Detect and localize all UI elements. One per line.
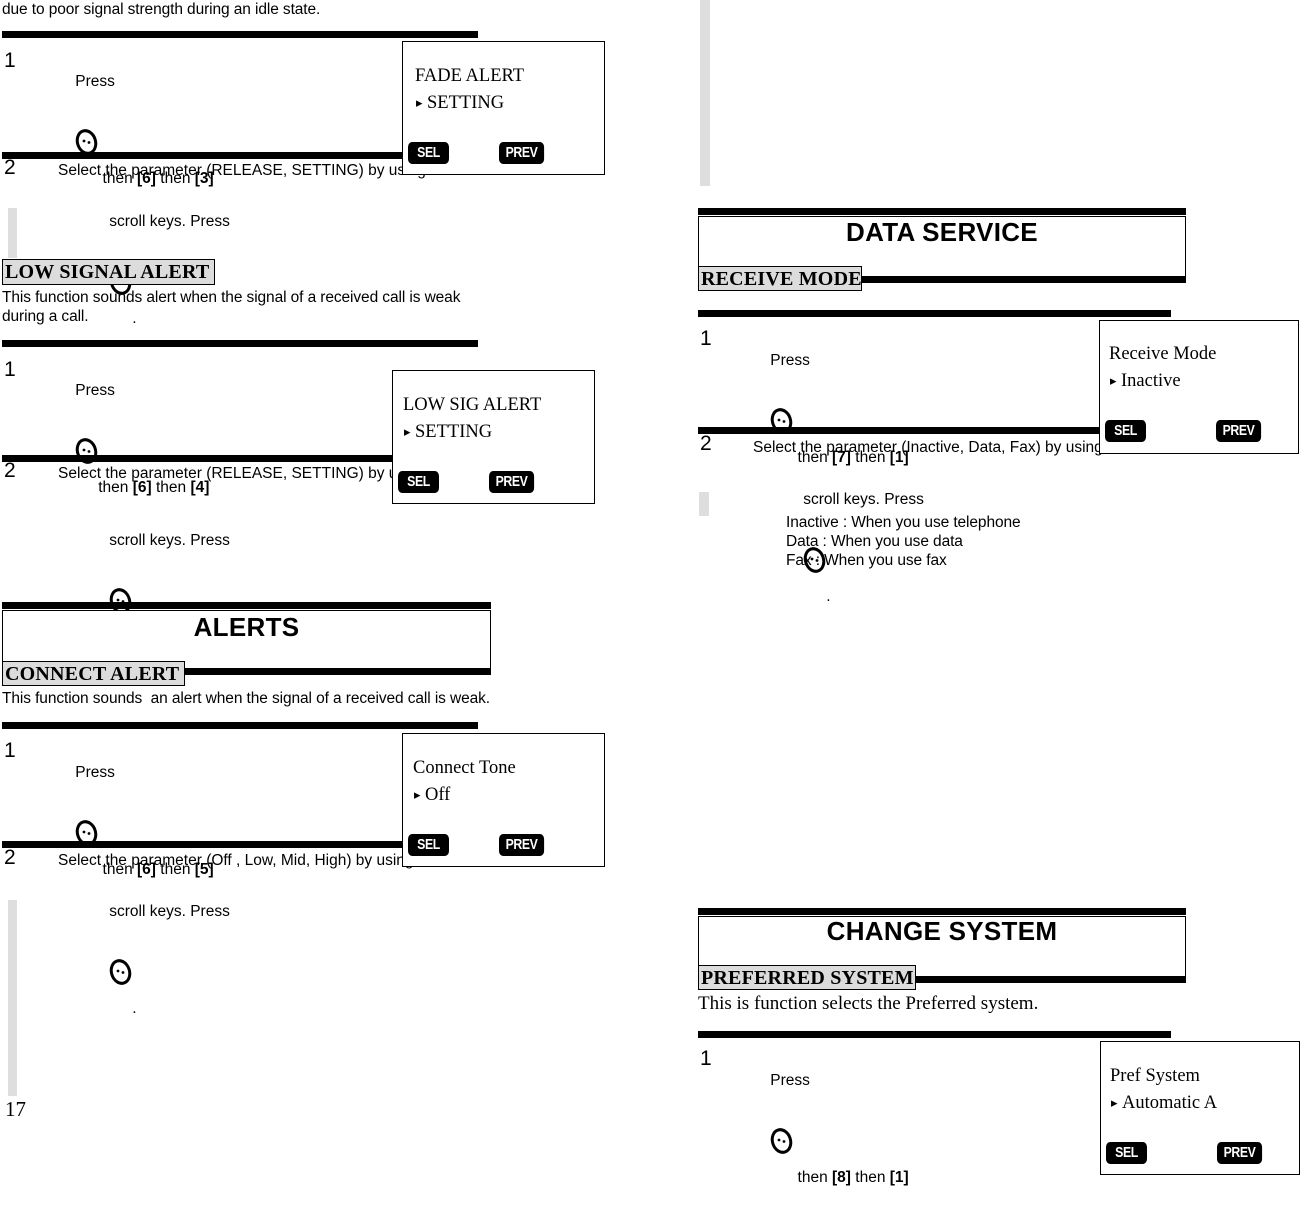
step-text-before: Press xyxy=(770,1072,810,1089)
menu-oval-key-icon xyxy=(109,921,132,985)
softkey-sel[interactable]: SEL xyxy=(1106,1142,1147,1164)
section-description-line2: during a call. xyxy=(2,308,89,325)
step-number: 2 xyxy=(4,846,16,869)
menu-oval-key-icon xyxy=(75,400,98,464)
step-instruction: Press then [6] then [4] xyxy=(58,362,209,516)
menu-oval-key-icon xyxy=(109,231,132,295)
change-marker-bar xyxy=(700,0,710,186)
period: . xyxy=(132,310,137,327)
selection-arrow-icon: ▸ xyxy=(404,425,411,440)
lcd-popup-receive-mode: Receive Mode ▸ Inactive SEL PREV xyxy=(1099,320,1299,454)
lcd-value: SETTING xyxy=(427,93,505,113)
selection-arrow-icon: ▸ xyxy=(416,96,423,111)
step-number: 1 xyxy=(4,739,16,762)
softkey-sel[interactable]: SEL xyxy=(408,142,449,164)
step-instruction: Press then [7] then [1] xyxy=(753,332,908,486)
manual-page: due to poor signal strength during an id… xyxy=(0,0,1301,1186)
step-number: 1 xyxy=(700,327,712,350)
step-number: 2 xyxy=(700,432,712,455)
step-number: 2 xyxy=(4,459,16,482)
sub-heading-preferred-system: PREFERRED SYSTEM xyxy=(698,965,916,990)
step-line2-text: scroll keys. Press xyxy=(803,491,924,508)
step-number: 2 xyxy=(4,156,16,179)
selection-arrow-icon: ▸ xyxy=(1111,1096,1118,1111)
lcd-title: Pref System xyxy=(1110,1066,1200,1086)
change-marker-bar xyxy=(8,208,17,258)
step-text-before: Press xyxy=(75,73,115,90)
change-marker-bar xyxy=(699,492,709,516)
step-instruction-line1: Select the parameter (Off , Low, Mid, Hi… xyxy=(58,852,414,869)
step-instruction: Press then [6] then [3] xyxy=(58,53,213,207)
step-line2-text: scroll keys. Press xyxy=(109,903,230,920)
lcd-title: LOW SIG ALERT xyxy=(403,395,542,415)
menu-oval-key-icon xyxy=(109,550,132,614)
lcd-popup-fade-alert: FADE ALERT ▸ SETTING SEL PREV xyxy=(402,41,605,175)
lcd-title: FADE ALERT xyxy=(415,66,525,86)
title-bar-top xyxy=(698,908,1186,915)
step-number: 1 xyxy=(700,1047,712,1070)
step-number: 1 xyxy=(4,358,16,381)
step-instruction-line1: Select the parameter (RELEASE, SETTING) … xyxy=(58,162,426,179)
sub-heading-receive-mode: RECEIVE MODE xyxy=(698,266,862,291)
section-description: This function sounds an alert when the s… xyxy=(2,690,491,707)
step-separator-bar xyxy=(698,1031,1171,1038)
menu-oval-key-icon xyxy=(75,91,98,155)
step-text-before: Press xyxy=(75,382,115,399)
lcd-popup-connect-tone: Connect Tone ▸ Off SEL PREV xyxy=(402,733,605,867)
change-marker-bar xyxy=(8,900,17,1096)
lcd-value: Off xyxy=(425,785,451,805)
step-instruction-line2: scroll keys. Press . xyxy=(92,883,230,1037)
title-bar-top xyxy=(2,602,491,609)
softkey-sel[interactable]: SEL xyxy=(1105,420,1146,442)
section-title: DATA SERVICE xyxy=(846,217,1038,247)
sub-heading-connect-alert: CONNECT ALERT xyxy=(2,661,185,686)
note-line: Inactive : When you use telephone xyxy=(786,514,1021,531)
selection-arrow-icon: ▸ xyxy=(1110,374,1117,389)
step-separator-bar xyxy=(698,310,1171,317)
softkey-prev[interactable]: PREV xyxy=(1217,1142,1263,1164)
lcd-title: Receive Mode xyxy=(1109,344,1217,364)
menu-oval-key-icon xyxy=(75,782,98,846)
section-title: CHANGE SYSTEM xyxy=(826,916,1058,946)
step-text-before: Press xyxy=(75,764,115,781)
page-number: 17 xyxy=(5,1097,26,1121)
lcd-popup-low-sig-alert: LOW SIG ALERT ▸ SETTING SEL PREV xyxy=(392,370,595,504)
step-text-after: then [8] then [1] xyxy=(793,1169,909,1186)
step-line2-text: scroll keys. Press xyxy=(109,213,230,230)
note-line: Data : When you use data xyxy=(786,533,963,550)
menu-oval-key-icon xyxy=(770,1090,793,1154)
sub-heading-low-signal-alert: LOW SIGNAL ALERT xyxy=(2,259,215,285)
softkey-prev[interactable]: PREV xyxy=(1216,420,1262,442)
step-separator-bar xyxy=(2,722,478,729)
softkey-prev[interactable]: PREV xyxy=(499,142,545,164)
step-instruction: Press then [6] then [5] xyxy=(58,744,213,898)
softkey-prev[interactable]: PREV xyxy=(499,834,545,856)
selection-arrow-icon: ▸ xyxy=(414,788,421,803)
section-description-line1: This function sounds alert when the sign… xyxy=(2,289,461,306)
lcd-value: Automatic A xyxy=(1122,1093,1218,1113)
step-instruction: Press then [8] then [1] xyxy=(753,1052,909,1206)
step-line2-text: scroll keys. Press xyxy=(109,532,230,549)
intro-paragraph: due to poor signal strength during an id… xyxy=(2,1,321,18)
period: . xyxy=(826,588,831,605)
menu-oval-key-icon xyxy=(770,370,793,434)
softkey-prev[interactable]: PREV xyxy=(489,471,535,493)
softkey-sel[interactable]: SEL xyxy=(398,471,439,493)
lcd-title: Connect Tone xyxy=(413,758,516,778)
section-description: This is function selects the Preferred s… xyxy=(698,993,1039,1014)
title-bar-top xyxy=(698,208,1186,215)
lcd-popup-pref-system: Pref System ▸ Automatic A SEL PREV xyxy=(1100,1041,1300,1175)
section-title: ALERTS xyxy=(193,612,300,642)
step-number: 1 xyxy=(4,49,16,72)
lcd-value: Inactive xyxy=(1121,371,1181,391)
step-separator-bar xyxy=(2,31,478,38)
lcd-value: SETTING xyxy=(415,422,493,442)
softkey-sel[interactable]: SEL xyxy=(408,834,449,856)
note-line: Fax : When you use fax xyxy=(786,552,947,569)
step-text-before: Press xyxy=(770,352,810,369)
step-separator-bar xyxy=(2,340,478,347)
step-instruction-line1: Select the parameter (RELEASE, SETTING) … xyxy=(58,465,426,482)
period: . xyxy=(132,1000,137,1017)
step-instruction-line1: Select the parameter (Inactive, Data, Fa… xyxy=(753,439,1103,456)
